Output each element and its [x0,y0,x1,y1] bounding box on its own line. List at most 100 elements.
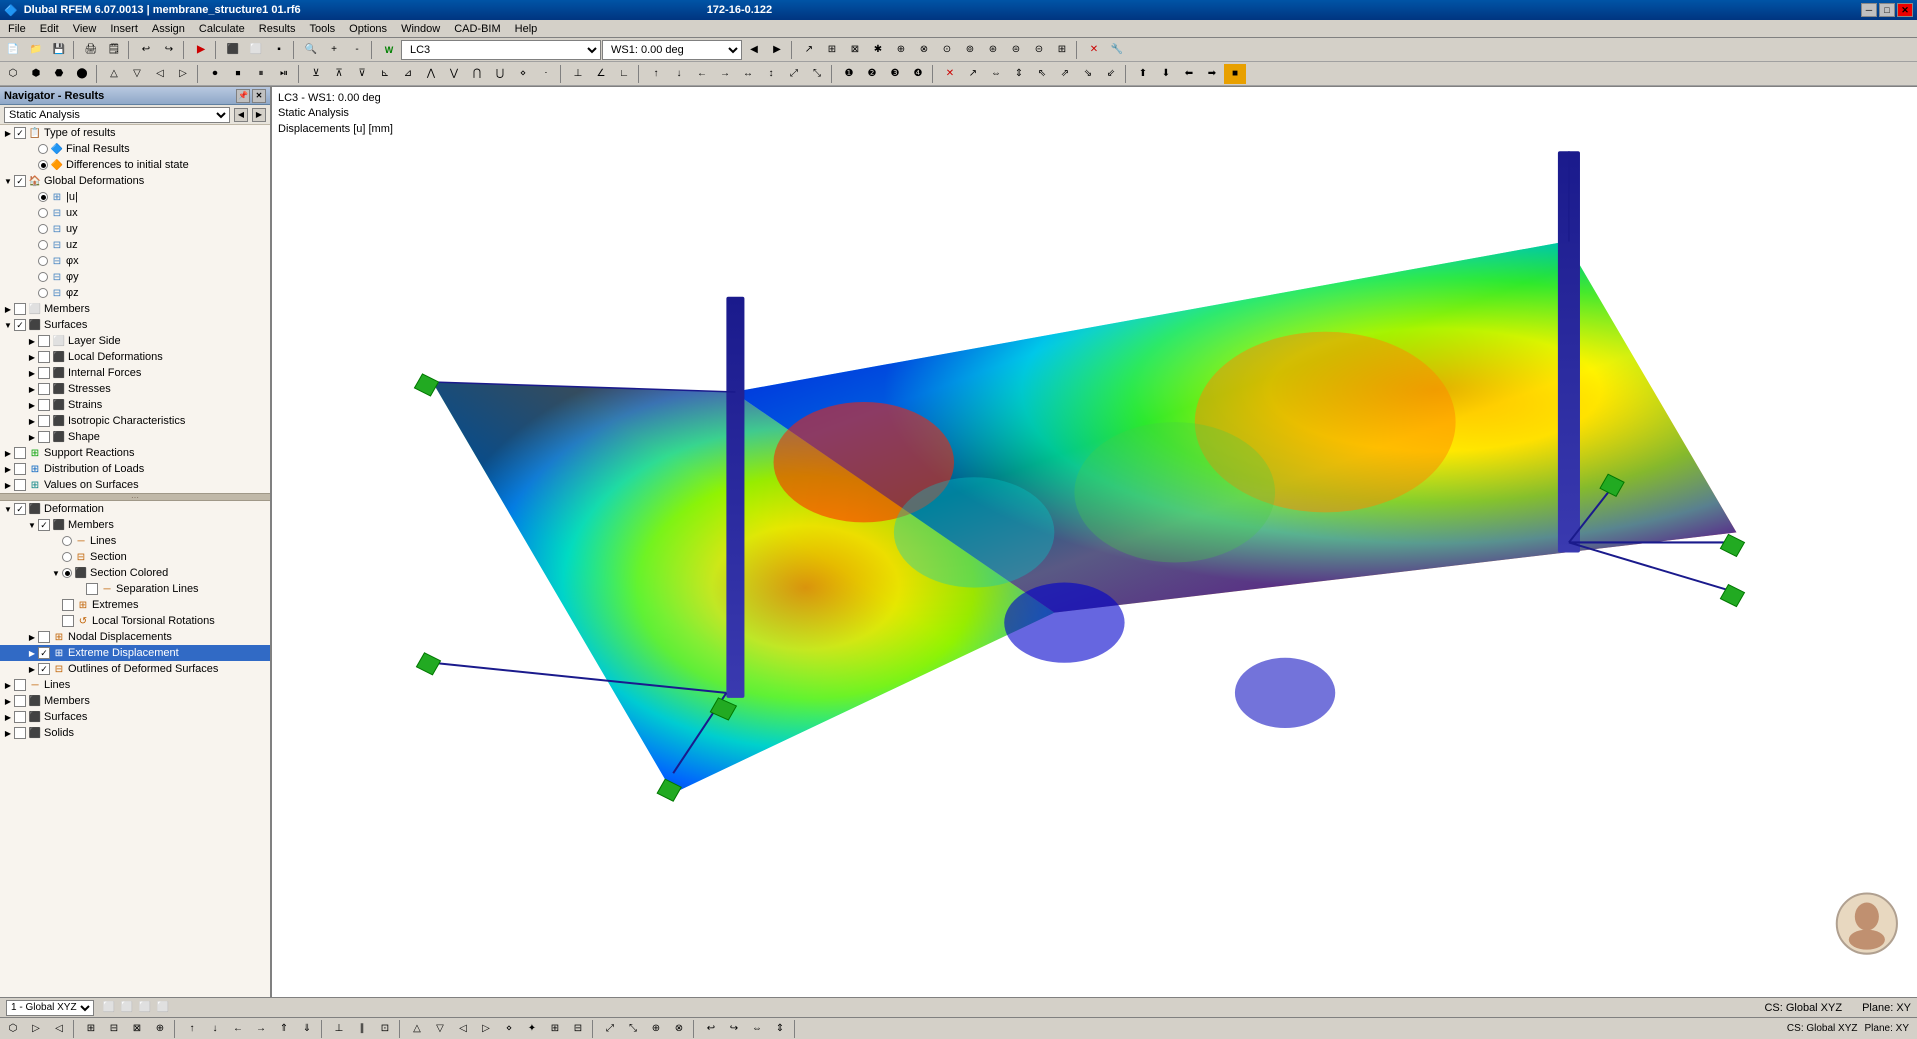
bt32[interactable]: ⇕ [769,1019,791,1039]
t7[interactable]: ⊙ [936,40,958,60]
menu-view[interactable]: View [67,22,103,36]
radio-phiz[interactable] [38,288,48,298]
bt15[interactable]: ∥ [351,1019,373,1039]
r19[interactable]: ⋁ [443,64,465,84]
bt4[interactable]: ⊞ [80,1019,102,1039]
r4[interactable]: ⬤ [71,64,93,84]
r31[interactable]: ↔ [737,64,759,84]
expand-diff[interactable] [26,159,38,171]
r9[interactable]: ⏺ [204,64,226,84]
expand-deformation[interactable]: ▼ [2,503,14,515]
radio-def-lines[interactable] [62,536,72,546]
bt21[interactable]: ⋄ [498,1019,520,1039]
cb-deformation[interactable] [14,503,26,515]
r27[interactable]: ↑ [645,64,667,84]
t4[interactable]: ✱ [867,40,889,60]
bt22[interactable]: ✦ [521,1019,543,1039]
cb-members[interactable] [14,303,26,315]
menu-calculate[interactable]: Calculate [193,22,251,36]
title-bar-controls[interactable]: ─ □ ✕ [1861,3,1913,17]
nav-resize-handle[interactable]: ⋯ [0,493,270,501]
bt25[interactable]: ⤢ [599,1019,621,1039]
cb-type[interactable] [14,127,26,139]
bt2[interactable]: ▷ [25,1019,47,1039]
r29[interactable]: ← [691,64,713,84]
t1[interactable]: ↗ [798,40,820,60]
t13[interactable]: ✕ [1083,40,1105,60]
sb4[interactable]: ⬜ [154,1000,172,1016]
close-button[interactable]: ✕ [1897,3,1913,17]
r43[interactable]: ⇖ [1031,64,1053,84]
values-surf-item[interactable]: ▶ ⊞ Values on Surfaces [0,477,270,493]
members2-item[interactable]: ▶ ⬛ Members [0,693,270,709]
undo-btn[interactable]: ↩ [135,40,157,60]
r28[interactable]: ↓ [668,64,690,84]
cb-iso[interactable] [38,415,50,427]
expand-members2[interactable]: ▶ [2,695,14,707]
bt5[interactable]: ⊟ [103,1019,125,1039]
menu-file[interactable]: File [2,22,32,36]
menu-results[interactable]: Results [253,22,302,36]
surfaces-item[interactable]: ▼ ⬛ Surfaces [0,317,270,333]
bt7[interactable]: ⊕ [149,1019,171,1039]
bt6[interactable]: ⊠ [126,1019,148,1039]
r21[interactable]: ⋃ [489,64,511,84]
r50[interactable]: ➡ [1201,64,1223,84]
cb-lines2[interactable] [14,679,26,691]
menu-options[interactable]: Options [343,22,393,36]
r36[interactable]: ❷ [861,64,883,84]
menu-edit[interactable]: Edit [34,22,65,36]
bt16[interactable]: ⊡ [374,1019,396,1039]
strains-item[interactable]: ▶ ⬛ Strains [0,397,270,413]
r38[interactable]: ❹ [907,64,929,84]
cb-stress[interactable] [38,383,50,395]
t10[interactable]: ⊜ [1005,40,1027,60]
menu-window[interactable]: Window [395,22,446,36]
r3[interactable]: ⬣ [48,64,70,84]
layer-side-item[interactable]: ▶ ⬜ Layer Side [0,333,270,349]
bt13[interactable]: ⇓ [296,1019,318,1039]
cb-layer[interactable] [38,335,50,347]
solids-item[interactable]: ▶ ⬛ Solids [0,725,270,741]
expand-def-members[interactable]: ▼ [26,519,38,531]
cs-select[interactable]: 1 - Global XYZ [6,1000,94,1016]
r32[interactable]: ↕ [760,64,782,84]
r26[interactable]: ∟ [613,64,635,84]
cb-surfaces[interactable] [14,319,26,331]
expand-solids[interactable]: ▶ [2,727,14,739]
radio-uz[interactable] [38,240,48,250]
r41[interactable]: ⇔ [985,64,1007,84]
nav-fwd-btn[interactable]: ▶ [252,108,266,122]
section-colored-item[interactable]: ▼ ⬛ Section Colored [0,565,270,581]
cb-shape[interactable] [38,431,50,443]
bt31[interactable]: ⇔ [746,1019,768,1039]
r7[interactable]: ◁ [149,64,171,84]
expand-lines2[interactable]: ▶ [2,679,14,691]
outlines-item[interactable]: ▶ ⊟ Outlines of Deformed Surfaces [0,661,270,677]
sb1[interactable]: ⬜ [100,1000,118,1016]
r33[interactable]: ⤢ [783,64,805,84]
r51[interactable]: ■ [1224,64,1246,84]
r49[interactable]: ⬅ [1178,64,1200,84]
cb-gdef[interactable] [14,175,26,187]
r47[interactable]: ⬆ [1132,64,1154,84]
cb-nodal-disp[interactable] [38,631,50,643]
t14[interactable]: 🔧 [1106,40,1128,60]
save-btn[interactable]: 💾 [48,40,70,60]
menu-insert[interactable]: Insert [104,22,144,36]
zoom-in-btn[interactable]: + [323,40,345,60]
nav-close-btn[interactable]: ✕ [252,89,266,103]
nav-next-btn[interactable]: ▶ [766,40,788,60]
zoom-out-btn[interactable]: - [346,40,368,60]
bt19[interactable]: ◁ [452,1019,474,1039]
radio-uy[interactable] [38,224,48,234]
t8[interactable]: ⊚ [959,40,981,60]
r46[interactable]: ⇙ [1100,64,1122,84]
cb-sep-lines[interactable] [86,583,98,595]
expand-distload[interactable]: ▶ [2,463,14,475]
cb-extremes[interactable] [62,599,74,611]
t12[interactable]: ⊞ [1051,40,1073,60]
bt18[interactable]: ▽ [429,1019,451,1039]
cb-distload[interactable] [14,463,26,475]
r45[interactable]: ⇘ [1077,64,1099,84]
